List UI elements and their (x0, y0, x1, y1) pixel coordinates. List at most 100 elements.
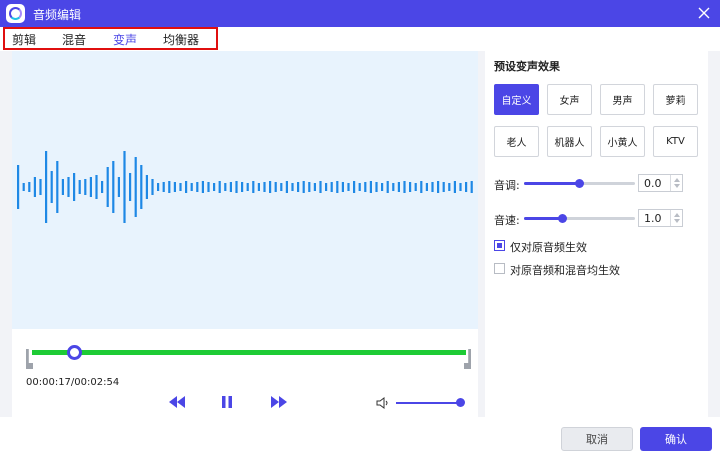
tab-mix[interactable]: 混音 (62, 31, 86, 48)
preset-section-title: 预设变声效果 (494, 60, 560, 73)
playback-time: 00:00:17/00:02:54 (26, 377, 120, 388)
waveform-bar (353, 181, 356, 193)
speed-slider-knob[interactable] (558, 214, 568, 223)
content-area: 00:00:17/00:02:54 预设变声效果 自定义 女声 男声 萝莉 老人… (0, 51, 720, 417)
waveform-bar (123, 151, 126, 223)
waveform-bar (168, 181, 171, 193)
waveform-bar (403, 181, 406, 193)
apply-all-checkbox[interactable] (494, 263, 505, 274)
preset-female[interactable]: 女声 (547, 84, 592, 115)
pitch-stepper-arrows-icon[interactable] (670, 175, 682, 191)
speed-slider[interactable] (524, 214, 635, 223)
preset-loli[interactable]: 萝莉 (653, 84, 698, 115)
waveform-bar (56, 161, 59, 213)
waveform-bar (106, 167, 109, 207)
waveform-bar (263, 182, 266, 192)
apply-original-only-checkbox[interactable] (494, 240, 505, 251)
volume-knob[interactable] (456, 398, 465, 407)
waveform-bar (117, 177, 120, 197)
preset-custom[interactable]: 自定义 (494, 84, 539, 115)
volume-icon[interactable] (376, 396, 390, 410)
app-logo-icon (6, 4, 25, 23)
waveform-bar (459, 183, 462, 191)
waveform-bar (291, 183, 294, 191)
voice-change-panel: 预设变声效果 自定义 女声 男声 萝莉 老人 机器人 小黄人 KTV 音调: 0… (485, 51, 708, 417)
preset-male[interactable]: 男声 (600, 84, 645, 115)
speed-stepper-arrows-icon[interactable] (670, 210, 682, 226)
waveform-bar (89, 177, 92, 197)
pitch-stepper[interactable]: 0.0 (638, 174, 683, 192)
fast-forward-icon[interactable] (270, 395, 288, 409)
rewind-icon[interactable] (168, 395, 186, 409)
waveform-bar (112, 161, 115, 213)
waveform-bar (140, 165, 143, 209)
waveform-bar (369, 181, 372, 193)
speed-value[interactable]: 1.0 (644, 212, 662, 225)
title-bar: 音频编辑 (0, 0, 720, 27)
waveform-bar (45, 151, 48, 223)
pitch-value[interactable]: 0.0 (644, 177, 662, 190)
waveform-bar (190, 183, 193, 191)
waveform-panel (12, 51, 478, 329)
speed-stepper[interactable]: 1.0 (638, 209, 683, 227)
tab-cut[interactable]: 剪辑 (12, 31, 36, 48)
waveform-bar (241, 182, 244, 192)
cancel-button[interactable]: 取消 (561, 427, 633, 451)
waveform-bar (101, 181, 104, 193)
waveform-bar (246, 183, 249, 191)
apply-all-label[interactable]: 对原音频和混音均生效 (510, 262, 620, 278)
waveform (17, 151, 473, 223)
waveform-bar (297, 182, 300, 192)
waveform-bar (33, 177, 36, 197)
waveform-bar (129, 173, 132, 201)
waveform-bar (285, 181, 288, 193)
pitch-slider[interactable] (524, 179, 635, 188)
waveform-bar (39, 179, 42, 195)
footer-bar: 取消 确认 (0, 417, 720, 460)
waveform-bar (364, 182, 367, 192)
waveform-bar (325, 183, 328, 191)
waveform-bar (381, 183, 384, 191)
preset-minion[interactable]: 小黄人 (600, 126, 645, 157)
waveform-bar (347, 183, 350, 191)
confirm-button[interactable]: 确认 (640, 427, 712, 451)
waveform-bar (420, 181, 423, 193)
waveform-bar (17, 165, 20, 209)
progress-track[interactable] (32, 350, 466, 355)
waveform-bar (145, 175, 148, 199)
volume-slider[interactable] (396, 402, 460, 404)
waveform-bar (280, 183, 283, 191)
waveform-bar (313, 183, 316, 191)
waveform-bar (95, 175, 98, 199)
waveform-bar (50, 171, 53, 203)
pause-icon[interactable] (220, 395, 234, 409)
waveform-bar (397, 182, 400, 192)
waveform-bar (162, 182, 165, 192)
window-title: 音频编辑 (33, 8, 82, 22)
preset-robot[interactable]: 机器人 (547, 126, 592, 157)
tab-equalizer[interactable]: 均衡器 (163, 31, 199, 48)
waveform-bar (409, 182, 412, 192)
waveform-bar (207, 182, 210, 192)
apply-original-only-label[interactable]: 仅对原音频生效 (510, 239, 587, 255)
waveform-bar (386, 181, 389, 193)
waveform-bar (157, 183, 160, 191)
tab-voice-change[interactable]: 变声 (113, 31, 137, 48)
waveform-bar (257, 183, 260, 191)
waveform-bar (28, 182, 31, 192)
waveform-bar (319, 181, 322, 193)
waveform-bar (61, 179, 64, 195)
pitch-slider-knob[interactable] (575, 179, 584, 188)
waveform-bar (358, 183, 361, 191)
waveform-bar (134, 157, 137, 217)
progress-handle[interactable] (67, 345, 83, 360)
waveform-bar (453, 181, 456, 193)
preset-elder[interactable]: 老人 (494, 126, 539, 157)
speed-label: 音速: (494, 214, 520, 227)
waveform-bar (196, 182, 199, 192)
close-icon[interactable] (694, 3, 714, 23)
waveform-bar (431, 182, 434, 192)
preset-ktv[interactable]: KTV (653, 126, 698, 157)
waveform-bar (470, 181, 473, 193)
waveform-bar (73, 173, 76, 201)
